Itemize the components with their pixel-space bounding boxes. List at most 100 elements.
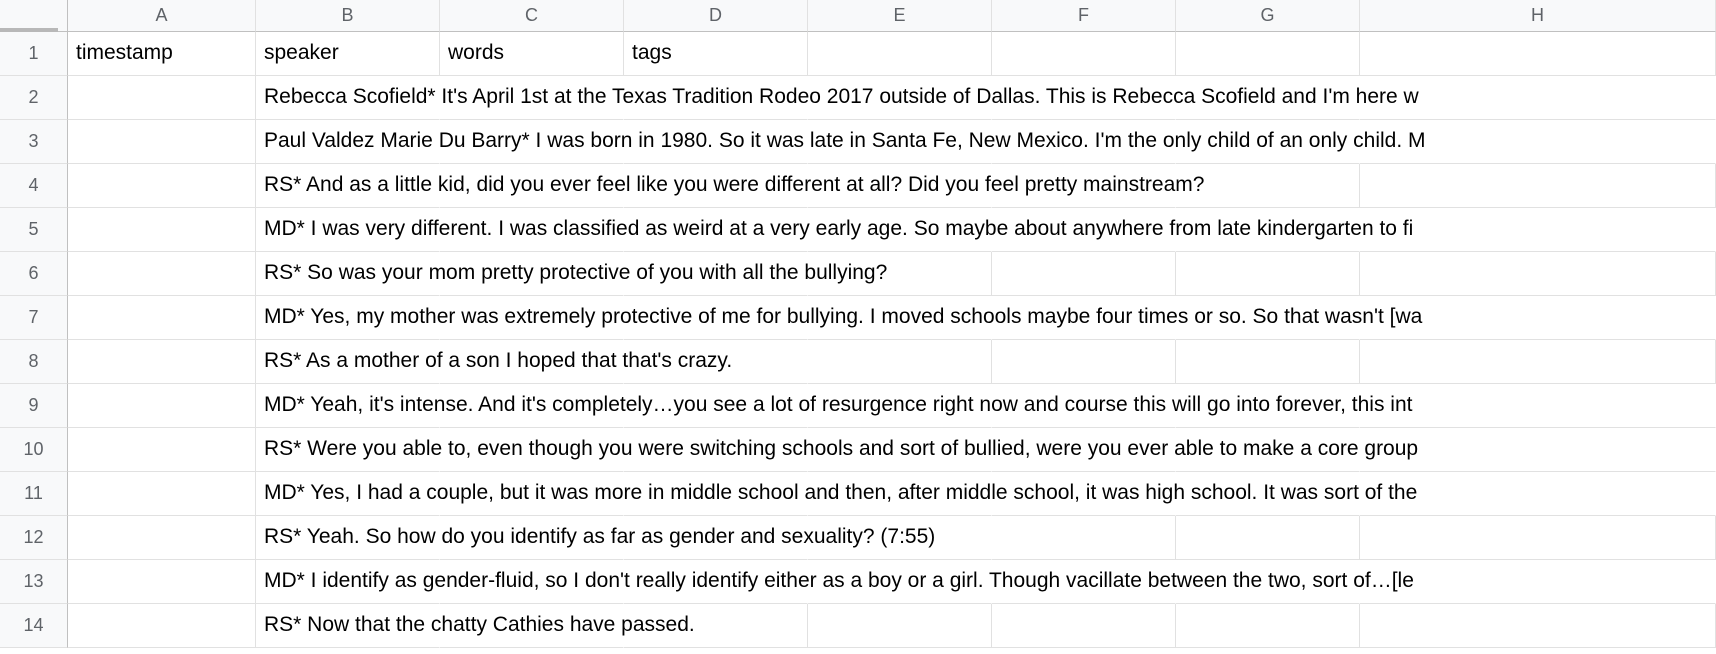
cell-F11[interactable] <box>992 472 1176 516</box>
cell-F6[interactable] <box>992 252 1176 296</box>
cell-A3[interactable] <box>68 120 256 164</box>
cell-H11[interactable] <box>1360 472 1716 516</box>
cell-E6[interactable] <box>808 252 992 296</box>
cell-H10[interactable] <box>1360 428 1716 472</box>
cell-B12[interactable]: RS* Yeah. So how do you identify as far … <box>256 516 440 560</box>
cell-C4[interactable] <box>440 164 624 208</box>
row-header-10[interactable]: 10 <box>0 428 68 472</box>
cell-D13[interactable] <box>624 560 808 604</box>
row-header-8[interactable]: 8 <box>0 340 68 384</box>
cell-D10[interactable] <box>624 428 808 472</box>
cell-D1[interactable]: tags <box>624 32 808 76</box>
cell-A6[interactable] <box>68 252 256 296</box>
cell-B6[interactable]: RS* So was your mom pretty protective of… <box>256 252 440 296</box>
cell-D6[interactable] <box>624 252 808 296</box>
cell-D4[interactable] <box>624 164 808 208</box>
cell-E11[interactable] <box>808 472 992 516</box>
cell-D3[interactable] <box>624 120 808 164</box>
cell-E2[interactable] <box>808 76 992 120</box>
row-header-12[interactable]: 12 <box>0 516 68 560</box>
cell-E1[interactable] <box>808 32 992 76</box>
row-header-14[interactable]: 14 <box>0 604 68 648</box>
cell-C5[interactable] <box>440 208 624 252</box>
cell-E3[interactable] <box>808 120 992 164</box>
cell-C2[interactable] <box>440 76 624 120</box>
cell-E10[interactable] <box>808 428 992 472</box>
cell-D7[interactable] <box>624 296 808 340</box>
cell-H9[interactable] <box>1360 384 1716 428</box>
cell-B4[interactable]: RS* And as a little kid, did you ever fe… <box>256 164 440 208</box>
cell-G6[interactable] <box>1176 252 1360 296</box>
cell-E4[interactable] <box>808 164 992 208</box>
cell-F1[interactable] <box>992 32 1176 76</box>
cell-H4[interactable] <box>1360 164 1716 208</box>
row-header-5[interactable]: 5 <box>0 208 68 252</box>
cell-A11[interactable] <box>68 472 256 516</box>
cell-C3[interactable] <box>440 120 624 164</box>
cell-H7[interactable] <box>1360 296 1716 340</box>
cell-A9[interactable] <box>68 384 256 428</box>
cell-A14[interactable] <box>68 604 256 648</box>
col-header-D[interactable]: D <box>624 0 808 32</box>
row-header-11[interactable]: 11 <box>0 472 68 516</box>
cell-C9[interactable] <box>440 384 624 428</box>
cell-G3[interactable] <box>1176 120 1360 164</box>
cell-F9[interactable] <box>992 384 1176 428</box>
cell-H6[interactable] <box>1360 252 1716 296</box>
cell-H1[interactable] <box>1360 32 1716 76</box>
cell-C8[interactable] <box>440 340 624 384</box>
row-header-9[interactable]: 9 <box>0 384 68 428</box>
cell-B2[interactable]: Rebecca Scofield* It's April 1st at the … <box>256 76 440 120</box>
cell-F8[interactable] <box>992 340 1176 384</box>
cell-B7[interactable]: MD* Yes, my mother was extremely protect… <box>256 296 440 340</box>
cell-C14[interactable] <box>440 604 624 648</box>
cell-F13[interactable] <box>992 560 1176 604</box>
cell-H8[interactable] <box>1360 340 1716 384</box>
cell-F5[interactable] <box>992 208 1176 252</box>
cell-B5[interactable]: MD* I was very different. I was classifi… <box>256 208 440 252</box>
cell-G8[interactable] <box>1176 340 1360 384</box>
cell-H13[interactable] <box>1360 560 1716 604</box>
col-header-B[interactable]: B <box>256 0 440 32</box>
cell-F7[interactable] <box>992 296 1176 340</box>
cell-B3[interactable]: Paul Valdez Marie Du Barry* I was born i… <box>256 120 440 164</box>
cell-C12[interactable] <box>440 516 624 560</box>
col-header-E[interactable]: E <box>808 0 992 32</box>
cell-H3[interactable] <box>1360 120 1716 164</box>
row-header-7[interactable]: 7 <box>0 296 68 340</box>
cell-E9[interactable] <box>808 384 992 428</box>
cell-A8[interactable] <box>68 340 256 384</box>
cell-B11[interactable]: MD* Yes, I had a couple, but it was more… <box>256 472 440 516</box>
cell-A2[interactable] <box>68 76 256 120</box>
cell-H12[interactable] <box>1360 516 1716 560</box>
row-header-6[interactable]: 6 <box>0 252 68 296</box>
row-header-1[interactable]: 1 <box>0 32 68 76</box>
cell-C11[interactable] <box>440 472 624 516</box>
cell-D8[interactable] <box>624 340 808 384</box>
cell-D2[interactable] <box>624 76 808 120</box>
cell-F3[interactable] <box>992 120 1176 164</box>
row-header-2[interactable]: 2 <box>0 76 68 120</box>
col-header-C[interactable]: C <box>440 0 624 32</box>
cell-G4[interactable] <box>1176 164 1360 208</box>
cell-G11[interactable] <box>1176 472 1360 516</box>
cell-H2[interactable] <box>1360 76 1716 120</box>
row-header-4[interactable]: 4 <box>0 164 68 208</box>
cell-C1[interactable]: words <box>440 32 624 76</box>
cell-B14[interactable]: RS* Now that the chatty Cathies have pas… <box>256 604 440 648</box>
cell-G9[interactable] <box>1176 384 1360 428</box>
row-header-13[interactable]: 13 <box>0 560 68 604</box>
row-header-3[interactable]: 3 <box>0 120 68 164</box>
cell-C10[interactable] <box>440 428 624 472</box>
cell-E14[interactable] <box>808 604 992 648</box>
cell-G14[interactable] <box>1176 604 1360 648</box>
cell-G5[interactable] <box>1176 208 1360 252</box>
cell-C6[interactable] <box>440 252 624 296</box>
col-header-A[interactable]: A <box>68 0 256 32</box>
cell-E12[interactable] <box>808 516 992 560</box>
cell-G12[interactable] <box>1176 516 1360 560</box>
col-header-G[interactable]: G <box>1176 0 1360 32</box>
cell-B8[interactable]: RS* As a mother of a son I hoped that th… <box>256 340 440 384</box>
cell-B13[interactable]: MD* I identify as gender-fluid, so I don… <box>256 560 440 604</box>
cell-D9[interactable] <box>624 384 808 428</box>
